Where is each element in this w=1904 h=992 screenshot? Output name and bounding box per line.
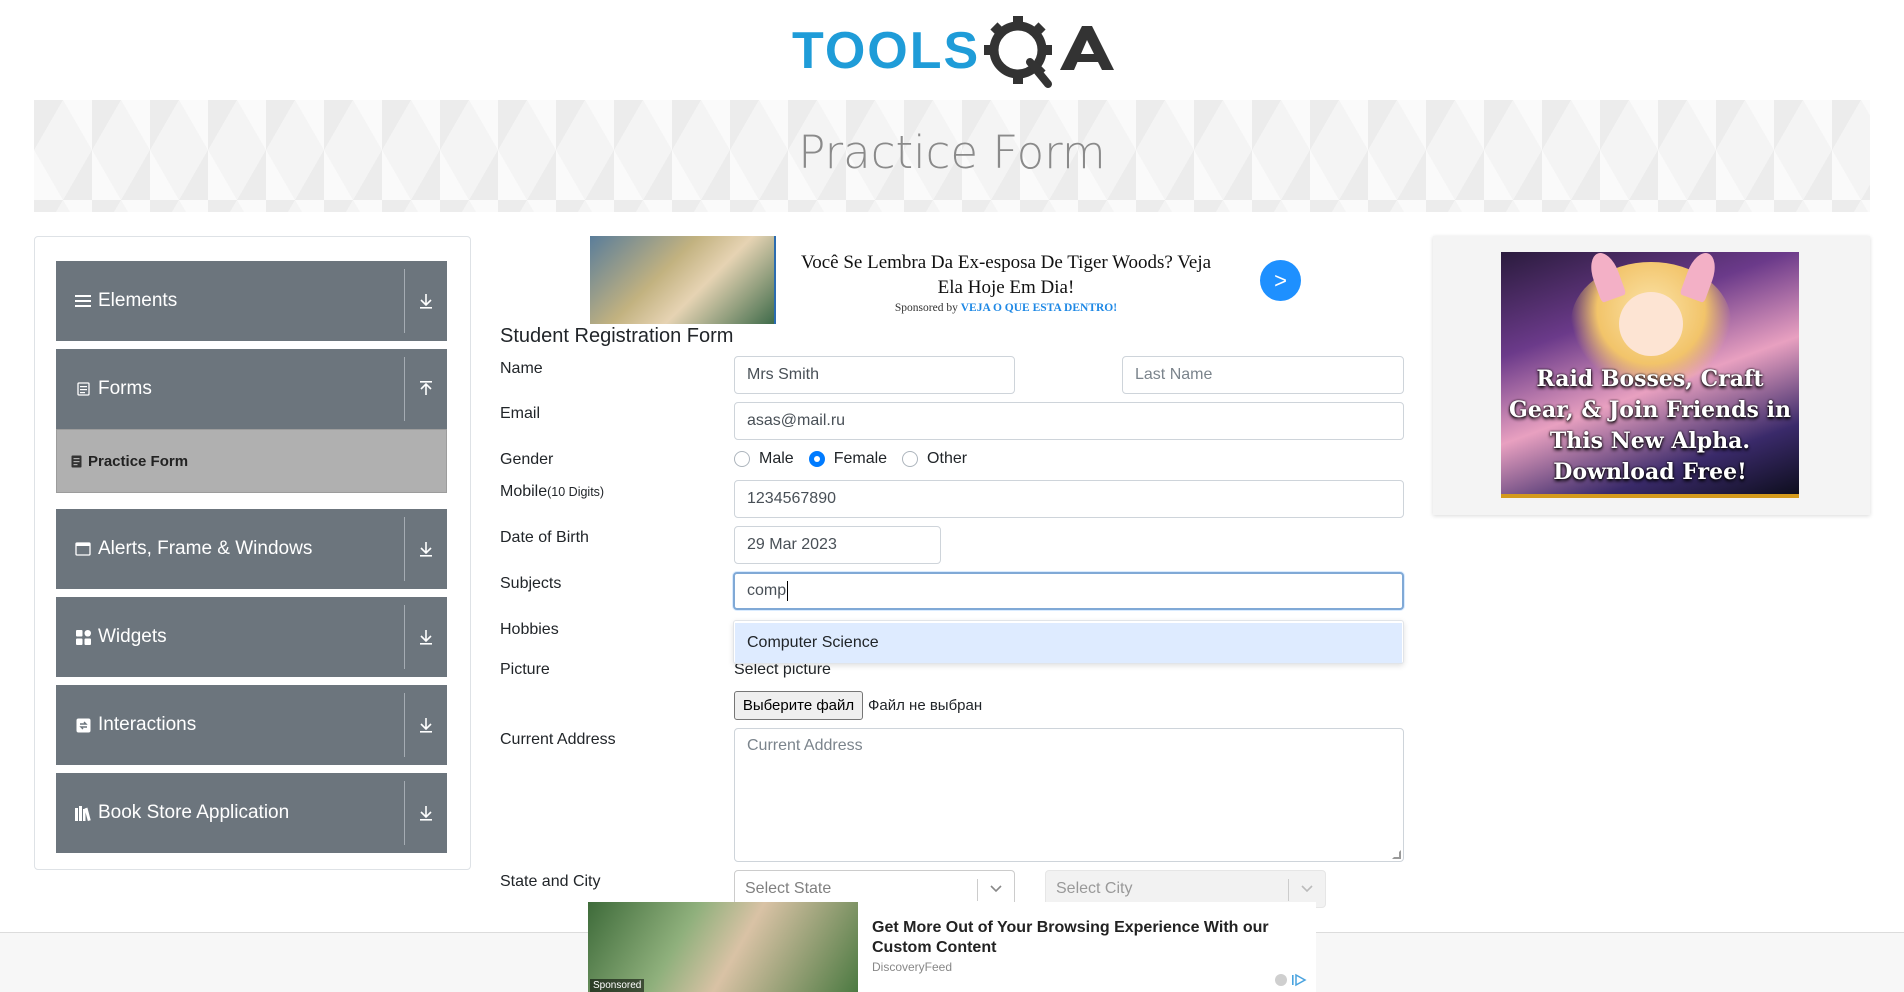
subjects-input[interactable]: comp xyxy=(733,572,1404,610)
resize-handle[interactable] xyxy=(1392,850,1401,859)
sponsored-badge: Sponsored xyxy=(590,979,645,992)
sidebar-group-interactions[interactable]: Interactions xyxy=(56,685,447,765)
gender-radio-group: Male Female Other xyxy=(734,450,982,468)
sidebar-group-label: Elements xyxy=(98,290,178,311)
address-placeholder: Current Address xyxy=(747,737,863,754)
sidebar-group-label: Book Store Application xyxy=(98,802,290,823)
ad-photo: Sponsored xyxy=(588,902,858,992)
subjects-autocomplete-menu: Computer Science xyxy=(733,620,1404,664)
gender-male-option[interactable]: Male xyxy=(734,450,794,468)
ad-bottom[interactable]: Sponsored Get More Out of Your Browsing … xyxy=(588,902,1316,992)
window-icon xyxy=(74,540,92,558)
sidebar-group-alerts[interactable]: Alerts, Frame & Windows xyxy=(56,509,447,589)
form-icon xyxy=(74,380,92,398)
chevron-down-icon xyxy=(988,880,1004,901)
sidebar-group-bookstore[interactable]: Book Store Application xyxy=(56,773,447,853)
picture-label: Picture xyxy=(500,661,550,678)
radio-other[interactable] xyxy=(902,451,919,467)
page: TOOLS Practice Form Elements Forms Pract… xyxy=(0,0,1904,992)
ad-sponsor: Sponsored by VEJA O QUE ESTA DENTRO! xyxy=(894,302,1118,314)
subjects-label: Subjects xyxy=(500,575,562,592)
sidebar-item-practice-form[interactable]: Practice Form xyxy=(56,429,447,493)
svg-text:TOOLS: TOOLS xyxy=(792,22,980,80)
date-of-birth-input[interactable]: 29 Mar 2023 xyxy=(734,526,941,564)
address-label: Current Address xyxy=(500,731,616,748)
file-status: Файл не выбран xyxy=(868,697,983,714)
download-arrow-icon[interactable] xyxy=(405,597,447,677)
download-arrow-icon[interactable] xyxy=(405,509,447,589)
interaction-icon xyxy=(74,716,92,734)
download-arrow-icon[interactable] xyxy=(405,261,447,341)
state-city-label: State and City xyxy=(500,873,601,890)
ad-artwork: Raid Bosses, Craft Gear, & Join Friends … xyxy=(1501,252,1799,498)
download-arrow-icon[interactable] xyxy=(405,773,447,853)
gender-label: Gender xyxy=(500,451,554,468)
ad-right[interactable]: Raid Bosses, Craft Gear, & Join Friends … xyxy=(1433,236,1870,515)
autocomplete-option[interactable]: Computer Science xyxy=(735,623,1402,663)
sidebar-group-forms[interactable]: Forms xyxy=(56,349,447,429)
adchoices-icon[interactable] xyxy=(1274,973,1310,990)
sidebar: Elements Forms Practice Form Alerts, Fra… xyxy=(34,236,471,870)
ad-photo xyxy=(590,236,776,324)
ad-text: Raid Bosses, Craft Gear, & Join Friends … xyxy=(1509,366,1791,485)
choose-file-button[interactable]: Выберите файл xyxy=(734,691,863,720)
ad-headline: Você Se Lembra Da Ex-esposa De Tiger Woo… xyxy=(800,252,1212,298)
sidebar-item-label: Practice Form xyxy=(88,452,189,470)
last-name-input[interactable]: Last Name xyxy=(1122,356,1404,394)
hobbies-label: Hobbies xyxy=(500,621,559,638)
gender-female-option[interactable]: Female xyxy=(808,450,887,468)
toolsqa-logo[interactable]: TOOLS xyxy=(792,14,1116,88)
books-icon xyxy=(74,804,92,822)
current-address-textarea[interactable]: Current Address xyxy=(734,728,1404,862)
subjects-typed-text: comp xyxy=(747,582,787,599)
text-caret xyxy=(787,581,789,601)
logo-graphic: TOOLS xyxy=(792,16,1114,88)
radio-female[interactable] xyxy=(808,451,825,467)
sidebar-group-label: Alerts, Frame & Windows xyxy=(98,538,313,559)
sidebar-group-label: Forms xyxy=(98,378,152,399)
mobile-input[interactable]: 1234567890 xyxy=(734,480,1404,518)
dob-label: Date of Birth xyxy=(500,529,589,546)
sidebar-group-label: Widgets xyxy=(98,626,167,647)
name-label: Name xyxy=(500,360,543,377)
page-title: Practice Form xyxy=(798,126,1106,179)
ad-brand: DiscoveryFeed xyxy=(872,960,953,974)
mobile-label: Mobile(10 Digits) xyxy=(500,483,605,500)
download-arrow-icon[interactable] xyxy=(405,685,447,765)
upload-arrow-icon[interactable] xyxy=(405,349,447,429)
radio-male[interactable] xyxy=(734,451,750,467)
email-label: Email xyxy=(500,405,541,422)
sidebar-group-label: Interactions xyxy=(98,714,197,735)
list-icon xyxy=(74,292,92,310)
first-name-input[interactable]: Mrs Smith xyxy=(734,356,1015,394)
practice-form-icon xyxy=(71,455,82,468)
sidebar-group-widgets[interactable]: Widgets xyxy=(56,597,447,677)
ad-headline: Get More Out of Your Browsing Experience… xyxy=(872,919,1269,956)
form-title: Student Registration Form xyxy=(500,325,734,347)
chevron-down-icon xyxy=(1299,880,1315,901)
grid-icon xyxy=(74,628,92,646)
sidebar-group-elements[interactable]: Elements xyxy=(56,261,447,341)
ad-next-button[interactable]: > xyxy=(1260,260,1301,301)
email-input[interactable]: asas@mail.ru xyxy=(734,402,1404,440)
page-banner: Practice Form xyxy=(34,100,1870,212)
gender-other-option[interactable]: Other xyxy=(902,450,967,468)
ad-top[interactable]: Você Se Lembra Da Ex-esposa De Tiger Woo… xyxy=(590,236,1302,324)
